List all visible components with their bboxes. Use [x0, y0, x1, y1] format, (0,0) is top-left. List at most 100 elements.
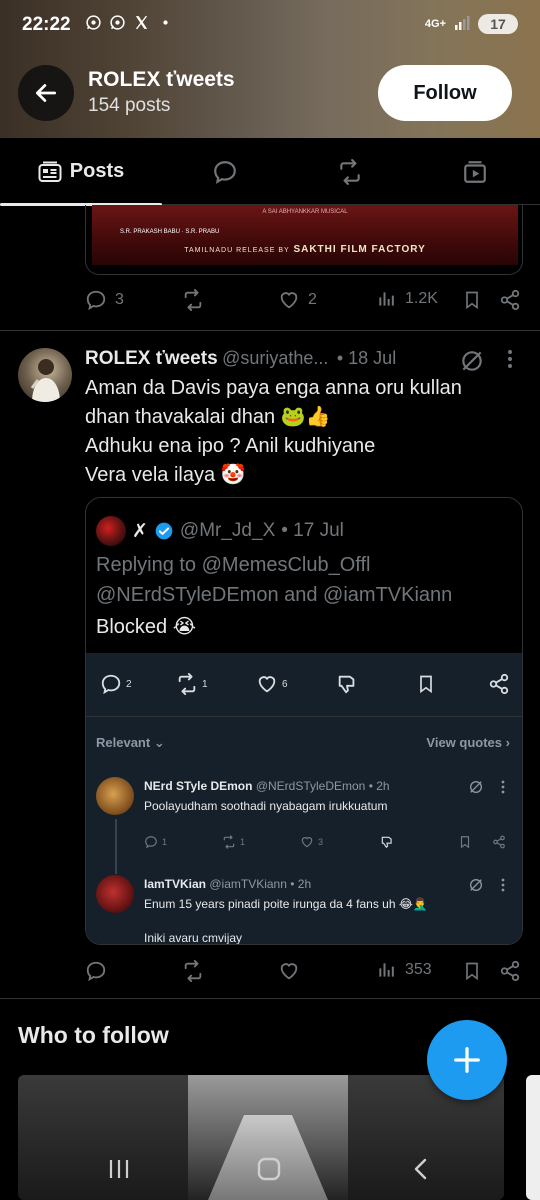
who-to-follow-heading: Who to follow: [18, 1022, 169, 1048]
embed-repost-count: 1: [202, 678, 208, 690]
tab-reposts[interactable]: [295, 138, 405, 205]
reply-icon: [145, 836, 157, 849]
poster-composer: A SAI ABHYANKKAR MUSICAL: [262, 209, 348, 215]
reply-text: Poolayudham soothadi nyabagam irukkuatum: [144, 799, 388, 813]
tab-replies[interactable]: [170, 138, 280, 205]
reply-icon: [86, 290, 106, 311]
heart-icon: [280, 292, 298, 309]
reply-text: Enum 15 years pinadi poite irunga da 4 f…: [144, 897, 428, 911]
like-button[interactable]: [278, 960, 300, 982]
reply-icon: [101, 674, 121, 695]
home-button[interactable]: [254, 1154, 284, 1184]
whatsapp-icon: [108, 14, 126, 32]
views-button[interactable]: 353: [377, 960, 432, 980]
verified-badge-icon: [155, 522, 173, 540]
prev-post-media[interactable]: A SAI ABHYANKKAR MUSICAL S.R. PRAKASH BA…: [85, 205, 523, 275]
thread-line: [115, 819, 117, 874]
reply-bookmark: [458, 835, 472, 849]
share-button[interactable]: [499, 960, 521, 982]
repost-button[interactable]: [181, 289, 205, 311]
grok-icon: [470, 879, 482, 891]
bookmark-icon: [460, 836, 470, 849]
arrow-left-icon: [35, 84, 57, 102]
reply-icon: [86, 961, 106, 982]
reply-button[interactable]: 3: [85, 289, 124, 311]
status-right: 4G+ 17: [425, 14, 518, 34]
whatsapp-icon: [84, 14, 102, 32]
quoted-screenshot-embed: 2 1 6 Relevant ⌄ View quotes › NErd STyl…: [86, 653, 522, 944]
reply-like: 3: [300, 835, 323, 849]
avatar[interactable]: [18, 348, 72, 402]
dot-icon: [156, 14, 174, 32]
avatar: [96, 777, 134, 815]
embed-bookmark: [416, 673, 436, 695]
share-button[interactable]: [499, 289, 521, 311]
system-nav-bar: [0, 1140, 540, 1200]
post-author-handle[interactable]: @suriyathe...: [222, 348, 328, 368]
posts-icon: [38, 161, 62, 182]
repost-button[interactable]: [181, 960, 205, 982]
bookmark-button[interactable]: [462, 960, 482, 982]
more-options-icon[interactable]: [500, 348, 520, 375]
quoted-author-name: ✗: [132, 520, 148, 542]
share-icon: [500, 289, 520, 311]
embed-reply-item: NErd STyle DEmon @NErdSTyleDEmon • 2h Po…: [96, 777, 516, 874]
profile-title-block: ROLEX ťweets 154 posts: [88, 68, 235, 117]
reply-dislike: [380, 835, 394, 849]
post-line: dhan thavakalai dhan 🐸👍: [85, 406, 331, 428]
compose-button[interactable]: [427, 1020, 507, 1100]
reply-count: 3: [115, 291, 124, 308]
tab-posts[interactable]: Posts: [0, 138, 162, 206]
x-icon: [132, 14, 150, 32]
embed-share: [488, 673, 510, 695]
repost-icon: [223, 835, 235, 849]
post-divider: [0, 330, 540, 331]
bookmark-button[interactable]: [462, 289, 482, 311]
chevron-down-icon: ⌄: [153, 735, 165, 750]
prev-post-actions: 3 2 1.2K: [85, 286, 525, 316]
quoted-replying-to: Replying to @MemesClub_Offl @NErdSTyleDE…: [96, 550, 452, 610]
post-divider: [0, 998, 540, 999]
reply-actions: 1 1 3: [144, 835, 516, 851]
post-line: Adhuku ena ipo ? Anil kudhiyane: [85, 435, 376, 457]
tab-media[interactable]: [420, 138, 530, 205]
like-button[interactable]: 2: [278, 289, 317, 311]
share-icon: [493, 835, 505, 849]
quoted-post[interactable]: ✗ @Mr_Jd_X • 17 Jul Replying to @MemesCl…: [85, 497, 523, 945]
status-bar: 22:22 4G+ 17: [0, 0, 540, 50]
share-icon: [489, 673, 509, 695]
embed-action-row: 2 1 6: [86, 653, 522, 717]
poster-producers: S.R. PRAKASH BABU · S.R. PRABU: [120, 229, 220, 235]
back-chevron-icon: [414, 1158, 427, 1180]
embed-sort-label: Relevant ⌄: [96, 735, 165, 750]
recents-icon: [109, 1160, 129, 1178]
embed-dislike: [336, 673, 358, 695]
post-count: 154 posts: [88, 95, 171, 116]
repost-icon: [184, 960, 202, 982]
reply-button[interactable]: [85, 960, 107, 982]
chevron-right-icon: ›: [505, 735, 510, 750]
profile-name: ROLEX ťweets: [88, 68, 235, 91]
avatar: [96, 875, 134, 913]
movie-poster-image: A SAI ABHYANKKAR MUSICAL S.R. PRAKASH BA…: [92, 205, 518, 265]
notification-icons: [84, 14, 174, 32]
views-count: 353: [405, 961, 432, 978]
grok-icon: [470, 781, 482, 793]
replying-line: Replying to @MemesClub_Offl: [96, 554, 371, 576]
embed-repost: 1: [176, 673, 208, 695]
views-icon: [379, 292, 394, 306]
back-button[interactable]: [18, 65, 74, 121]
embed-view-quotes: View quotes ›: [426, 735, 510, 750]
recent-apps-button[interactable]: [104, 1154, 134, 1184]
reply-header: NErd STyle DEmon @NErdSTyleDEmon • 2h: [144, 779, 390, 793]
views-button[interactable]: 1.2K: [377, 289, 438, 309]
views-icon: [379, 963, 394, 977]
bookmark-icon: [420, 675, 432, 694]
thumbs-down-icon: [338, 675, 355, 694]
back-nav-button[interactable]: [406, 1154, 436, 1184]
follow-button[interactable]: Follow: [378, 65, 512, 121]
heart-icon: [258, 676, 276, 693]
bookmark-icon: [466, 291, 478, 310]
like-count: 2: [308, 291, 317, 308]
post-author-name[interactable]: ROLEX ťweets: [85, 348, 218, 369]
